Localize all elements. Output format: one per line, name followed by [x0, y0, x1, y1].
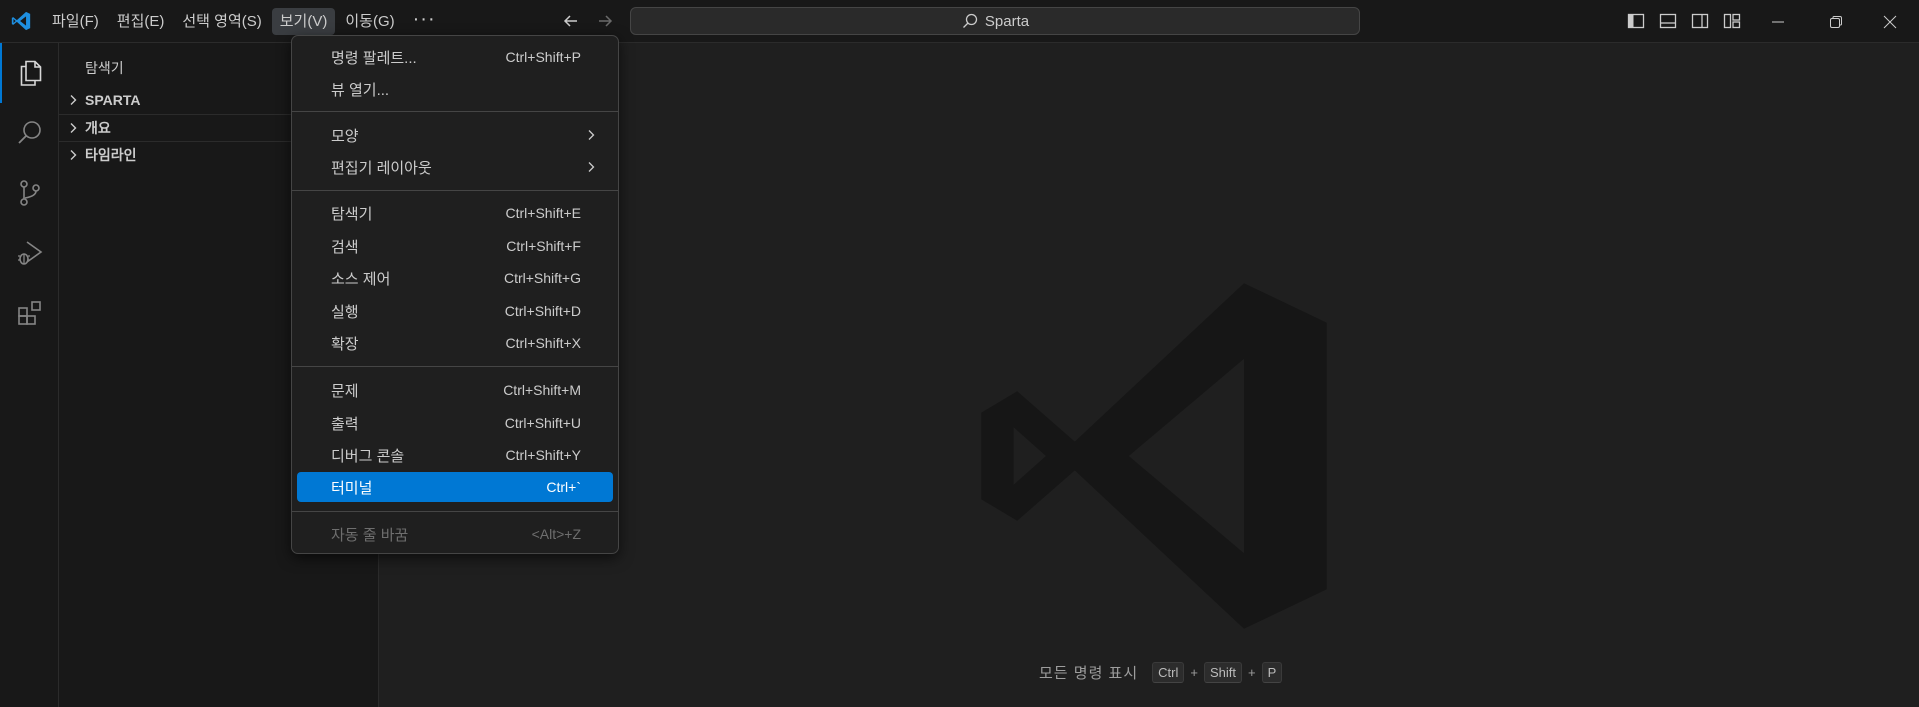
- menu-separator: [292, 366, 618, 367]
- menu-item-word-wrap: 자동 줄 바꿈 <Alt>+Z: [297, 519, 613, 549]
- back-arrow-icon[interactable]: [560, 10, 582, 32]
- menu-item-label: 모양: [331, 127, 359, 145]
- menu-item-run[interactable]: 실행 Ctrl+Shift+D: [297, 296, 613, 326]
- section-label: 타임라인: [85, 146, 137, 163]
- plus-sign: +: [1247, 665, 1256, 680]
- activity-source-control[interactable]: [0, 163, 59, 223]
- search-icon: [962, 13, 978, 28]
- chevron-right-icon: [588, 130, 595, 140]
- search-icon: [17, 121, 41, 144]
- key-p: P: [1261, 662, 1283, 683]
- menu-item-shortcut: Ctrl+`: [546, 479, 581, 495]
- sidebar-title: 탐색기: [85, 60, 124, 76]
- menu-item-output[interactable]: 출력 Ctrl+Shift+U: [297, 408, 613, 438]
- menu-item-explorer[interactable]: 탐색기 Ctrl+Shift+E: [297, 198, 613, 228]
- menu-item-search[interactable]: 검색 Ctrl+Shift+F: [297, 231, 613, 261]
- activity-bar: [0, 43, 59, 707]
- section-label: SPARTA: [85, 92, 141, 108]
- menu-item-shortcut: Ctrl+Shift+F: [506, 238, 581, 254]
- menu-item-label: 터미널: [331, 479, 373, 497]
- menu-item-open-view[interactable]: 뷰 열기...: [297, 74, 613, 104]
- customize-layout-icon[interactable]: [1722, 11, 1742, 31]
- menu-item-source-control[interactable]: 소스 제어 Ctrl+Shift+G: [297, 263, 613, 293]
- chevron-right-icon: [70, 95, 77, 105]
- menu-item-label: 디버그 콘솔: [331, 447, 405, 465]
- vscode-watermark-icon: [981, 283, 1327, 629]
- menu-item-appearance[interactable]: 모양: [297, 120, 613, 150]
- search-label: Sparta: [984, 12, 1030, 30]
- minimize-icon: [1772, 21, 1784, 22]
- menu-item-command-palette[interactable]: 명령 팔레트... Ctrl+Shift+P: [297, 42, 613, 72]
- menu-item-label: 문제: [331, 382, 359, 400]
- menu-item-shortcut: <Alt>+Z: [531, 526, 581, 542]
- activity-search[interactable]: [0, 103, 59, 163]
- section-label: 개요: [85, 119, 111, 136]
- explorer-icon: [20, 60, 41, 86]
- title-bar: 파일(F) 편집(E) 선택 영역(S) 보기(V) 이동(G) ··· Spa…: [0, 0, 1919, 43]
- activity-explorer[interactable]: [0, 43, 59, 103]
- menu-separator: [292, 111, 618, 112]
- menu-item-debug-console[interactable]: 디버그 콘솔 Ctrl+Shift+Y: [297, 440, 613, 470]
- menu-edit[interactable]: 편집(E): [109, 8, 173, 35]
- menu-item-extensions[interactable]: 확장 Ctrl+Shift+X: [297, 328, 613, 358]
- extensions-icon: [17, 301, 41, 325]
- menu-item-label: 실행: [331, 303, 359, 321]
- menu-separator: [292, 190, 618, 191]
- menu-item-shortcut: Ctrl+Shift+M: [503, 382, 581, 398]
- restore-icon: [1830, 15, 1842, 28]
- menu-more-button[interactable]: ···: [405, 8, 444, 35]
- menu-item-shortcut: Ctrl+Shift+Y: [505, 447, 581, 463]
- menu-item-shortcut: Ctrl+Shift+G: [503, 270, 581, 286]
- menu-item-editor-layout[interactable]: 편집기 레이아웃: [297, 152, 613, 182]
- menu-item-label: 자동 줄 바꿈: [331, 526, 409, 544]
- menu-go[interactable]: 이동(G): [337, 8, 402, 35]
- menu-item-shortcut: Ctrl+Shift+E: [505, 205, 581, 221]
- key-ctrl: Ctrl: [1152, 662, 1185, 683]
- close-icon: [1883, 15, 1897, 28]
- minimize-button[interactable]: [1749, 0, 1807, 43]
- menu-selection[interactable]: 선택 영역(S): [174, 8, 269, 35]
- activity-extensions[interactable]: [0, 283, 59, 343]
- menu-item-problems[interactable]: 문제 Ctrl+Shift+M: [297, 375, 613, 405]
- key-shift: Shift: [1203, 662, 1242, 683]
- restore-button[interactable]: [1807, 0, 1865, 43]
- run-debug-icon: [17, 241, 42, 265]
- menu-item-label: 확장: [331, 335, 359, 353]
- menu-item-label: 소스 제어: [331, 270, 391, 288]
- menu-file[interactable]: 파일(F): [44, 8, 107, 35]
- menu-item-label: 명령 팔레트...: [331, 49, 417, 67]
- chevron-right-icon: [70, 122, 77, 133]
- layout-controls: [1626, 11, 1754, 31]
- menu-item-label: 뷰 열기...: [331, 81, 390, 99]
- plus-sign: +: [1190, 665, 1198, 680]
- forward-arrow-icon[interactable]: [594, 10, 616, 32]
- menu-separator: [292, 511, 618, 512]
- menu-item-label: 검색: [331, 238, 359, 256]
- vscode-logo-icon: [11, 11, 31, 31]
- toggle-primary-sidebar-icon[interactable]: [1626, 11, 1646, 31]
- menu-bar: 파일(F) 편집(E) 선택 영역(S) 보기(V) 이동(G) ···: [44, 6, 444, 37]
- menu-item-shortcut: Ctrl+Shift+D: [504, 303, 581, 319]
- menu-item-label: 탐색기: [331, 205, 373, 223]
- menu-view[interactable]: 보기(V): [271, 8, 336, 35]
- toggle-panel-icon[interactable]: [1658, 11, 1678, 31]
- show-all-commands-hint: 모든 명령 표시 Ctrl + Shift + P: [1039, 662, 1283, 683]
- menu-item-shortcut: Ctrl+Shift+U: [504, 415, 581, 431]
- view-menu-dropdown: 명령 팔레트... Ctrl+Shift+P 뷰 열기... 모양 편집기 레이…: [291, 35, 619, 554]
- menu-item-shortcut: Ctrl+Shift+P: [505, 49, 581, 65]
- command-center-search[interactable]: Sparta: [630, 7, 1360, 35]
- close-button[interactable]: [1861, 0, 1919, 43]
- chevron-right-icon: [588, 162, 595, 172]
- menu-item-terminal[interactable]: 터미널 Ctrl+`: [297, 472, 613, 502]
- menu-item-label: 편집기 레이아웃: [331, 159, 432, 177]
- toggle-secondary-sidebar-icon[interactable]: [1690, 11, 1710, 31]
- menu-item-label: 출력: [331, 415, 359, 433]
- menu-item-shortcut: Ctrl+Shift+X: [505, 335, 581, 351]
- hint-label: 모든 명령 표시: [1039, 665, 1139, 682]
- chevron-right-icon: [70, 149, 77, 160]
- activity-run-debug[interactable]: [0, 223, 59, 283]
- source-control-icon: [19, 180, 40, 206]
